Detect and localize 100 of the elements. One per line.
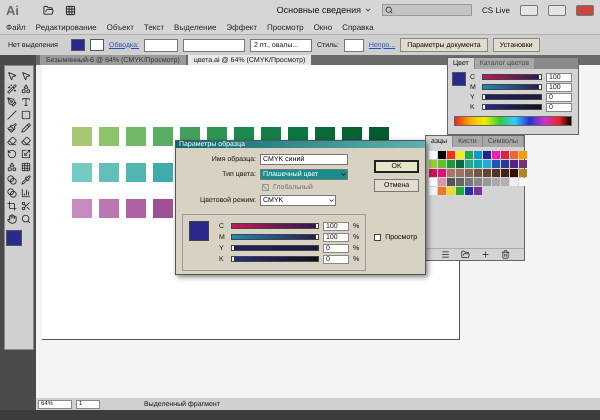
channel-slider[interactable]: [482, 104, 542, 110]
menu-item[interactable]: Просмотр: [267, 22, 304, 32]
stroke-weight-dropdown[interactable]: [144, 38, 178, 52]
fill-swatch[interactable]: [71, 39, 85, 51]
color-swatch[interactable]: [519, 160, 527, 168]
color-swatch[interactable]: [465, 178, 473, 186]
color-swatch[interactable]: [474, 169, 482, 177]
eyedropper-icon[interactable]: [20, 174, 32, 186]
color-swatch[interactable]: [456, 169, 464, 177]
menu-item[interactable]: Эффект: [226, 22, 258, 32]
color-swatch[interactable]: [474, 187, 482, 195]
menu-item[interactable]: Выделение: [174, 22, 216, 32]
color-swatch[interactable]: [456, 160, 464, 168]
line-icon[interactable]: [6, 109, 18, 121]
color-swatch[interactable]: [456, 178, 464, 186]
type-icon[interactable]: [20, 96, 32, 108]
color-swatch[interactable]: [492, 169, 500, 177]
zoom-icon[interactable]: [20, 213, 32, 225]
pencil-icon[interactable]: [20, 122, 32, 134]
graph-icon[interactable]: [20, 187, 32, 199]
color-swatch[interactable]: [447, 169, 455, 177]
color-swatch[interactable]: [429, 151, 437, 159]
color-swatch[interactable]: [438, 151, 446, 159]
color-swatch[interactable]: [447, 151, 455, 159]
color-swatch[interactable]: [483, 178, 491, 186]
color-swatch[interactable]: [474, 160, 482, 168]
color-swatch[interactable]: [501, 169, 509, 177]
color-swatch[interactable]: [465, 151, 473, 159]
minimize-button[interactable]: [520, 4, 538, 16]
magic-wand-icon[interactable]: [6, 83, 18, 95]
color-swatch[interactable]: [465, 160, 473, 168]
channel-slider[interactable]: [231, 234, 319, 240]
color-swatch[interactable]: [492, 151, 500, 159]
color-swatch[interactable]: [492, 160, 500, 168]
color-swatch[interactable]: [456, 151, 464, 159]
hand-icon[interactable]: [6, 213, 18, 225]
channel-slider[interactable]: [482, 74, 542, 80]
shape-builder-icon[interactable]: [6, 161, 18, 173]
color-swatch[interactable]: [429, 187, 437, 195]
arrange-icon[interactable]: [64, 4, 76, 16]
workspace-dropdown[interactable]: Основные сведения: [276, 5, 372, 15]
search-field[interactable]: [382, 4, 472, 16]
maximize-button[interactable]: [548, 4, 566, 16]
stroke-swatch[interactable]: [90, 39, 104, 51]
artboard-icon[interactable]: [6, 200, 18, 212]
color-swatch[interactable]: [429, 169, 437, 177]
color-swatch[interactable]: [474, 151, 482, 159]
menu-item[interactable]: Текст: [144, 22, 164, 32]
channel-slider[interactable]: [231, 245, 319, 251]
color-swatch[interactable]: [510, 160, 518, 168]
color-swatch[interactable]: [483, 151, 491, 159]
color-swatch[interactable]: [447, 187, 455, 195]
mesh-icon[interactable]: [20, 161, 32, 173]
menu-item[interactable]: Редактирование: [36, 22, 97, 32]
scale-icon[interactable]: [20, 148, 32, 160]
menu-icon[interactable]: [439, 248, 451, 260]
color-swatch[interactable]: [438, 187, 446, 195]
delete-icon[interactable]: [499, 248, 511, 260]
rectangle-icon[interactable]: [20, 109, 32, 121]
color-swatch[interactable]: [483, 169, 491, 177]
fill-color-swatch[interactable]: [452, 72, 466, 86]
channel-slider[interactable]: [231, 256, 319, 262]
color-swatch[interactable]: [438, 160, 446, 168]
variable-width-dropdown[interactable]: [182, 38, 245, 52]
color-swatch[interactable]: [510, 151, 518, 159]
color-swatch[interactable]: [492, 178, 500, 186]
color-swatch[interactable]: [501, 151, 509, 159]
color-swatch[interactable]: [519, 169, 527, 177]
color-swatch[interactable]: [429, 178, 437, 186]
direct-selection-icon[interactable]: [20, 70, 32, 82]
preview-checkbox[interactable]: [374, 234, 382, 241]
color-swatch[interactable]: [447, 178, 455, 186]
fill-color-swatch[interactable]: [6, 230, 22, 246]
brush-icon[interactable]: [6, 122, 18, 134]
color-spectrum[interactable]: [454, 116, 572, 126]
color-swatch[interactable]: [465, 187, 473, 195]
color-swatch[interactable]: [519, 178, 527, 186]
color-swatch[interactable]: [465, 169, 473, 177]
close-button[interactable]: [576, 4, 594, 16]
color-swatch[interactable]: [519, 151, 527, 159]
color-swatch[interactable]: [501, 178, 509, 186]
cs-live-button[interactable]: CS Live: [482, 6, 510, 14]
channel-slider[interactable]: [231, 223, 319, 229]
color-swatch[interactable]: [474, 178, 482, 186]
selection-arrow-icon[interactable]: [6, 70, 18, 82]
color-swatch[interactable]: [510, 169, 518, 177]
menu-item[interactable]: Справка: [342, 22, 374, 32]
pen-icon[interactable]: [6, 96, 18, 108]
color-swatch[interactable]: [447, 160, 455, 168]
rotate-icon[interactable]: [6, 148, 18, 160]
color-swatch[interactable]: [456, 187, 464, 195]
menu-item[interactable]: Окно: [314, 22, 332, 32]
style-dropdown[interactable]: [344, 38, 364, 52]
color-swatch[interactable]: [438, 169, 446, 177]
color-swatch[interactable]: [501, 160, 509, 168]
menu-item[interactable]: Файл: [6, 22, 26, 32]
color-swatch[interactable]: [438, 178, 446, 186]
menu-item[interactable]: Объект: [106, 22, 134, 32]
bridge-icon[interactable]: [42, 4, 54, 16]
slice-icon[interactable]: [20, 200, 32, 212]
